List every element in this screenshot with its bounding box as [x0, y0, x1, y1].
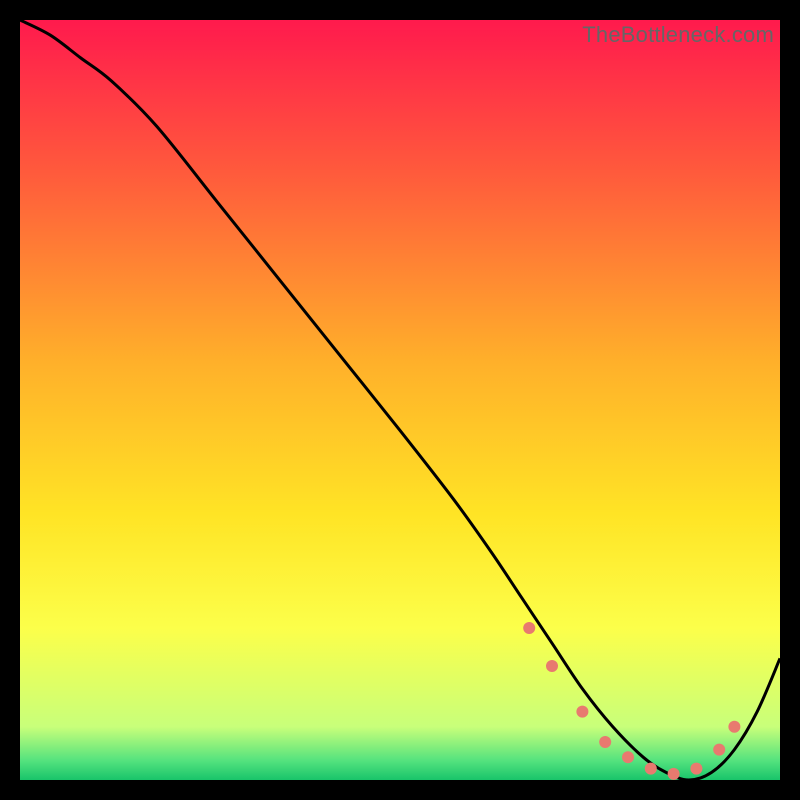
chart-marker: [690, 763, 702, 775]
watermark-text: TheBottleneck.com: [582, 22, 774, 48]
chart-marker: [728, 721, 740, 733]
chart-marker: [599, 736, 611, 748]
chart-marker: [668, 768, 680, 780]
chart-marker: [713, 744, 725, 756]
chart-marker: [622, 751, 634, 763]
chart-marker: [523, 622, 535, 634]
chart-marker: [645, 763, 657, 775]
chart-marker: [576, 706, 588, 718]
chart-marker: [546, 660, 558, 672]
